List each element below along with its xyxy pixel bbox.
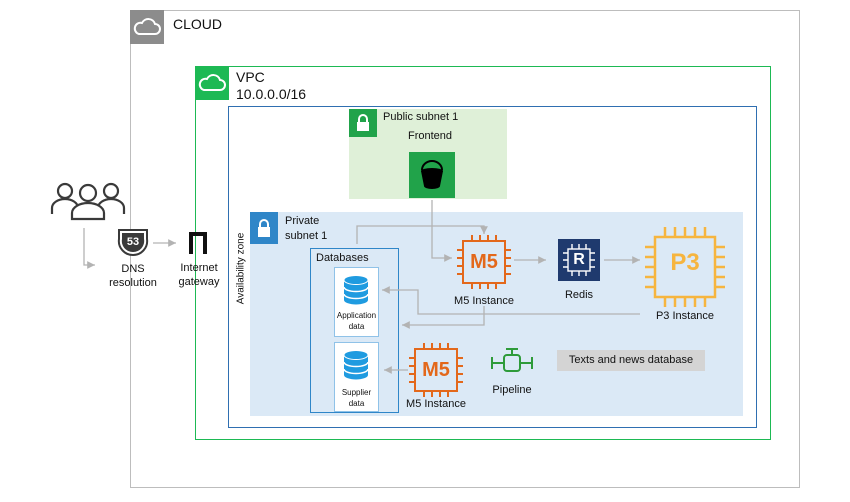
gateway-label-1: Internet [180,262,218,274]
redis-chip-letter: R [573,251,585,268]
pipeline-label: Pipeline [492,384,532,396]
connector-users-dns [83,228,95,269]
m5-chip-label: M5 [470,251,498,273]
p3-instance-label: P3 Instance [655,310,715,322]
pipeline-icon [489,345,535,386]
users-icon [49,181,127,226]
gateway-label-2: gateway [178,276,220,288]
texts-news-db-label: Texts and news database [568,354,694,366]
connector-frontend-m5 [431,200,452,262]
connector-m5-appdata [402,306,485,329]
m5-bottom-instance-label: M5 Instance [406,398,466,410]
redis-label: Redis [564,289,594,301]
internet-gateway-icon [187,230,209,261]
dns-label-1: DNS [121,263,145,275]
p3-chip-label: P3 [670,249,700,276]
m5-instance-label: M5 Instance [454,295,514,307]
dns-badge-number: 53 [126,236,140,248]
m5-bottom-chip-label: M5 [422,359,450,381]
dns-label-2: resolution [109,277,157,289]
